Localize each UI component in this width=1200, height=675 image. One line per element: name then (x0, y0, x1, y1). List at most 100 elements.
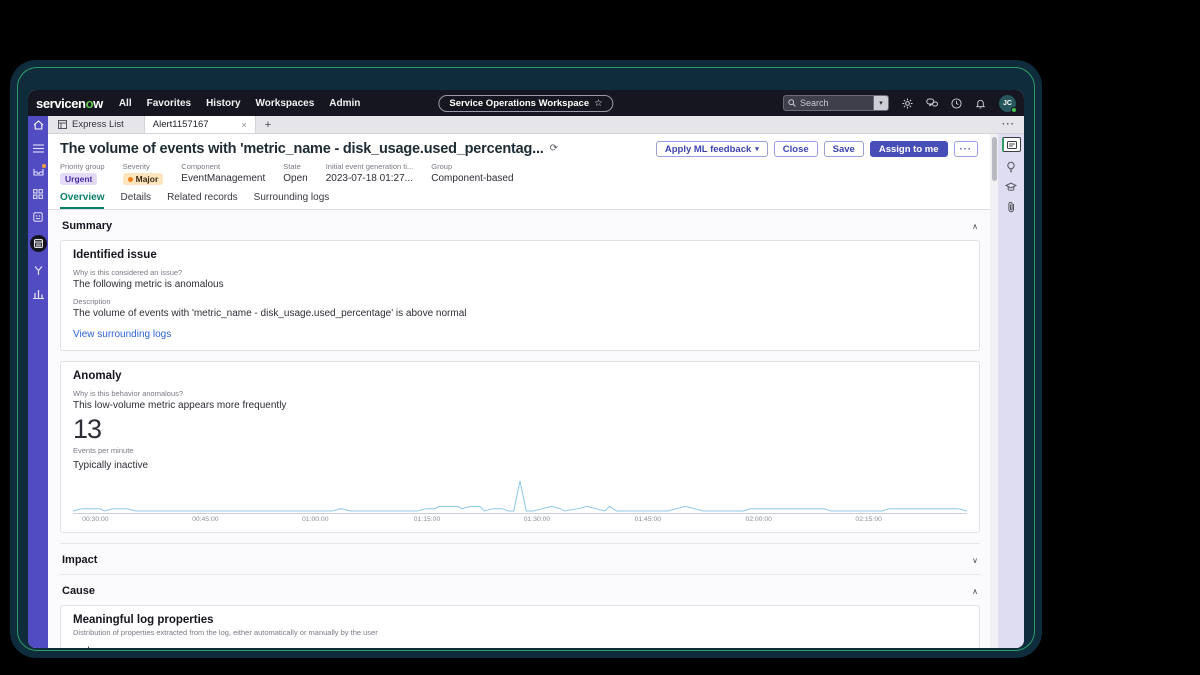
device-frame: servicenow All Favorites History Workspaces… (10, 60, 1042, 658)
log-properties-subtitle: Distribution of properties extracted fro… (73, 628, 378, 637)
sidebar-item-lists-icon[interactable] (32, 144, 44, 153)
x-tick-label: 00:30:00 (82, 516, 109, 523)
cause-title: Cause (62, 585, 96, 597)
x-tick-label: 01:45:00 (634, 516, 662, 523)
assign-to-me-button[interactable]: Assign to me (869, 141, 948, 157)
tab-related-records[interactable]: Related records (167, 192, 238, 209)
refresh-icon[interactable]: ⟳ (550, 143, 558, 154)
log-properties-list: nodeip-1) (81.25%)279 (18.75%)resourcenu… (73, 646, 967, 648)
avatar[interactable]: JC (999, 94, 1017, 113)
sidebar-item-active-workspace-icon[interactable] (29, 235, 47, 252)
record-fields: Priority group Urgent Severity Major Com… (60, 162, 978, 185)
x-tick-label: 01:15:00 (413, 516, 441, 523)
save-button[interactable]: Save (823, 141, 864, 157)
nav-item-history[interactable]: History (206, 98, 240, 109)
workspace-pill[interactable]: Service Operations Workspace ☆ (438, 94, 614, 112)
anomaly-heading: Anomaly (73, 370, 122, 382)
sidebar-item-home[interactable] (28, 116, 48, 134)
events-per-minute-value: 13 (73, 414, 102, 444)
avatar-initials: JC (1003, 99, 1012, 107)
priority-badge: Urgent (60, 173, 98, 185)
search-input[interactable]: Search ▾ (783, 95, 889, 111)
x-tick-label: 01:00:00 (302, 516, 329, 523)
summary-title: Summary (62, 220, 113, 232)
activity-stream-icon[interactable] (1001, 137, 1021, 152)
lightbulb-icon[interactable] (1006, 161, 1016, 173)
tab-strip: Express List Alert1157167 × + ··· (48, 116, 1024, 134)
x-tick-label: 01:30:00 (523, 516, 551, 523)
summary-section-header[interactable]: Summary ∧ (60, 210, 980, 240)
sidebar-item-inbox-icon[interactable] (32, 164, 46, 176)
bell-icon[interactable] (975, 98, 986, 109)
chevron-down-icon[interactable]: ∨ (972, 556, 978, 565)
education-cap-icon[interactable] (1005, 182, 1017, 192)
anomaly-sparkline (73, 475, 967, 513)
cause-section-header[interactable]: Cause ∧ (60, 574, 980, 605)
field-group: Group Component-based (431, 162, 514, 184)
log-properties-heading: Meaningful log properties (73, 614, 214, 626)
anomaly-chart-x-axis: 00:30:00 00:45:00 01:00:00 01:15:00 01:30:00… (73, 513, 967, 524)
stage: servicenow All Favorites History Workspaces… (0, 0, 1200, 675)
identified-issue-heading: Identified issue (73, 249, 157, 261)
sidebar-item-apps-grid-icon[interactable] (33, 189, 43, 199)
paperclip-icon[interactable] (1007, 201, 1016, 213)
issue-question-value: The following metric is anomalous (73, 279, 224, 290)
x-tick-label: 02:00:00 (745, 516, 772, 523)
nav-item-workspaces[interactable]: Workspaces (256, 98, 315, 109)
field-initial-event-time: Initial event generation ti... 2023-07-1… (325, 162, 414, 184)
vertical-scrollbar[interactable] (990, 134, 998, 648)
record-header: The volume of events with 'metric_name -… (48, 134, 990, 210)
servicenow-logo[interactable]: servicenow (36, 96, 103, 111)
view-surrounding-logs-link[interactable]: View surrounding logs (73, 329, 171, 340)
workspace-pill-label: Service Operations Workspace (449, 97, 590, 109)
severity-badge: Major (122, 173, 164, 185)
chevron-up-icon[interactable]: ∧ (972, 222, 978, 231)
chevron-down-icon: ▾ (755, 146, 759, 153)
express-list-label: Express List (72, 119, 124, 130)
tabstrip-more-button[interactable]: ··· (993, 116, 1024, 133)
search-icon (788, 99, 796, 107)
description-label: Description (73, 297, 111, 306)
search-scope-dropdown[interactable]: ▾ (873, 96, 888, 110)
top-nav-menu: All Favorites History Workspaces Admin (119, 98, 361, 109)
apply-ml-feedback-button[interactable]: Apply ML feedback ▾ (655, 141, 768, 157)
nav-item-all[interactable]: All (119, 98, 132, 109)
impact-section-header[interactable]: Impact ∨ (60, 543, 980, 574)
identified-issue-card: Identified issue Why is this considered … (60, 240, 980, 351)
chat-icon[interactable] (926, 98, 938, 109)
express-list-tab[interactable]: Express List (48, 116, 134, 133)
field-priority-group: Priority group Urgent (60, 162, 105, 185)
sidebar-item-workflow-icon[interactable] (33, 265, 44, 276)
nav-item-admin[interactable]: Admin (329, 98, 360, 109)
anomaly-question-label: Why is this behavior anomalous? (73, 389, 184, 398)
inbox-notification-dot (41, 164, 46, 168)
anomaly-chart: 00:30:00 00:45:00 01:00:00 01:15:00 01:30:00… (73, 475, 967, 524)
field-severity: Severity Major (122, 162, 164, 185)
field-state: State Open (283, 162, 308, 184)
gear-icon[interactable] (902, 97, 913, 109)
tab-surrounding-logs[interactable]: Surrounding logs (254, 192, 330, 209)
chevron-up-icon[interactable]: ∧ (972, 587, 978, 596)
add-tab-button[interactable]: + (256, 116, 280, 133)
typically-inactive-note: Typically inactive (73, 460, 149, 471)
tab-details[interactable]: Details (120, 192, 151, 209)
record-tab-alert[interactable]: Alert1157167 × (143, 116, 256, 133)
close-tab-icon[interactable]: × (241, 120, 246, 130)
more-actions-button[interactable]: ··· (953, 141, 978, 157)
page-title: The volume of events with 'metric_name -… (60, 141, 544, 157)
sidebar-item-metrics-icon[interactable] (32, 289, 44, 299)
record-tabs: Overview Details Related records Surroundin… (48, 192, 990, 210)
description-value: The volume of events with 'metric_name -… (73, 308, 467, 319)
scrollbar-thumb[interactable] (991, 137, 997, 181)
x-tick-label: 02:15:00 (855, 516, 882, 523)
star-icon[interactable]: ☆ (594, 98, 603, 109)
close-button[interactable]: Close (773, 141, 818, 157)
log-properties-card: Meaningful log properties Distribution o… (60, 605, 980, 648)
help-clock-icon[interactable] (951, 97, 962, 109)
app-window: servicenow All Favorites History Workspaces… (28, 90, 1024, 648)
property-name: node (73, 646, 967, 648)
sidebar-item-document-icon[interactable] (33, 212, 43, 222)
nav-item-favorites[interactable]: Favorites (147, 98, 191, 109)
tab-overview[interactable]: Overview (60, 192, 105, 209)
severity-dot-icon (127, 176, 133, 182)
